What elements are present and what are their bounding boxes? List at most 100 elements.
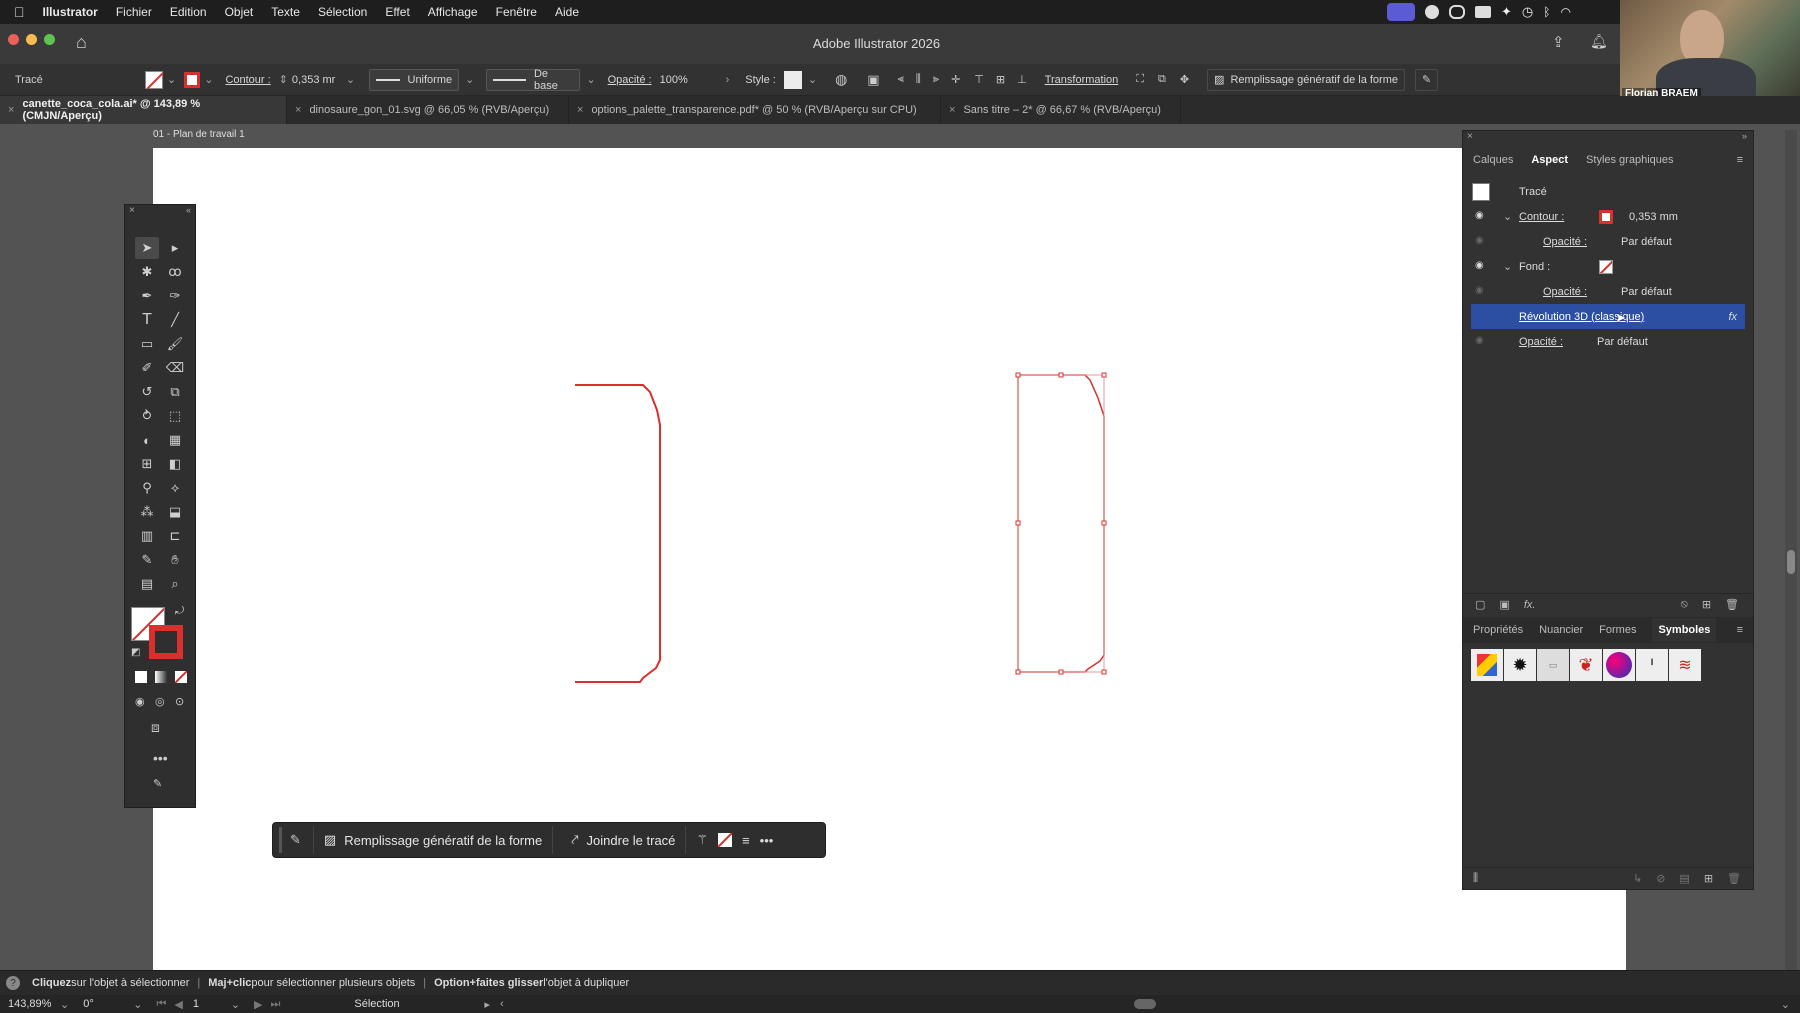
chevron-down-icon[interactable]: ⌄ (1503, 260, 1512, 273)
chevron-down-icon[interactable]: ⌄ (231, 998, 240, 1011)
opacity-label[interactable]: Opacité : (1519, 336, 1563, 348)
first-artboard-icon[interactable]: ⏮ (156, 998, 166, 1011)
zoom-level[interactable]: 143,89% (8, 998, 60, 1010)
symbol-cube[interactable] (1471, 649, 1503, 681)
pen-tool-icon[interactable]: ✒ (135, 285, 159, 307)
chevron-down-icon[interactable]: ⌄ (1781, 998, 1790, 1011)
appearance-fill-row[interactable]: ◉ ⌄ Fond : (1463, 254, 1753, 279)
panel-menu-icon[interactable]: ≡ (1737, 154, 1743, 166)
stroke-swatch[interactable] (1599, 209, 1613, 224)
collapse-icon[interactable]: » (1742, 131, 1747, 141)
eraser-icon[interactable]: ⌫ (163, 357, 187, 379)
gradient-mode-icon[interactable] (155, 671, 167, 683)
pin-icon[interactable]: ✎ (290, 832, 301, 848)
stroke-label[interactable]: Contour : (1519, 211, 1564, 223)
eyedropper-icon[interactable]: ⚲ (135, 477, 159, 499)
screen-mode-icon[interactable]: ⧈ (151, 719, 160, 736)
help-icon[interactable]: ? (6, 976, 20, 990)
symbol-options-icon[interactable]: ▤ (1679, 872, 1689, 885)
duplicate-item-icon[interactable]: ⊞ (1702, 598, 1711, 611)
add-stroke-icon[interactable]: ▢ (1475, 598, 1485, 611)
shape-builder-icon[interactable]: ◐ (135, 429, 159, 451)
rectangle-tool-icon[interactable]: ▭ (135, 333, 159, 355)
clear-appearance-icon[interactable]: ⦸ (1681, 598, 1688, 611)
rotation-angle[interactable]: 0° (83, 998, 133, 1010)
scroll-thumb[interactable] (1787, 550, 1795, 574)
symbol-stripes[interactable]: ≋ (1669, 649, 1701, 681)
tab-symboles[interactable]: Symboles (1652, 618, 1717, 642)
selection-bounding-box[interactable] (1017, 374, 1105, 673)
symbol-splatter[interactable]: ✹ (1504, 649, 1536, 681)
print-tiling-icon[interactable]: ▤ (135, 573, 159, 595)
draw-normal-icon[interactable]: ◉ (135, 695, 145, 708)
stroke-color-swatch[interactable] (149, 625, 183, 659)
gen-fill-task-button[interactable]: ▨ Remplissage génératif de la forme (312, 826, 554, 854)
simplify-icon[interactable]: ⚚ (696, 832, 708, 848)
draw-inside-icon[interactable]: ⊙ (175, 695, 184, 708)
chevron-down-icon[interactable]: ⌄ (1503, 210, 1512, 223)
lasso-icon[interactable]: ꝏ (163, 261, 187, 283)
pin-icon[interactable]: ✎ (153, 777, 162, 790)
new-symbol-icon[interactable]: ⊞ (1704, 872, 1713, 885)
swap-colors-icon[interactable]: ⤾ (175, 605, 184, 618)
fx-icon[interactable]: fx (1728, 311, 1737, 323)
opacity-label[interactable]: Opacité : (1543, 286, 1587, 298)
none-mode-icon[interactable] (175, 671, 187, 683)
drag-handle-icon[interactable] (279, 827, 282, 853)
symbol-sprayer-icon[interactable]: ⁂ (135, 501, 159, 523)
type-tool-icon[interactable]: T (135, 309, 159, 331)
color-mode-icon[interactable] (135, 671, 147, 683)
break-link-icon[interactable]: ⊘ (1656, 872, 1665, 885)
rotate-tool-icon[interactable]: ↺ (135, 381, 159, 403)
appearance-effect-row[interactable]: Révolution 3D (classique) fx (1471, 304, 1745, 329)
tab-formes[interactable]: Formes (1599, 624, 1636, 636)
warp-tool-icon[interactable]: ⥁ (135, 405, 159, 427)
fill-swatch[interactable] (1599, 259, 1613, 274)
shaper-tool-icon[interactable]: ✐ (135, 357, 159, 379)
vertical-scrollbar[interactable] (1785, 130, 1797, 970)
mesh-tool-icon[interactable]: ⊞ (135, 453, 159, 475)
direct-selection-tool-icon[interactable]: ▸ (163, 237, 187, 259)
selection-tool-icon[interactable]: ➤ (135, 237, 159, 259)
close-icon[interactable]: × (1467, 131, 1473, 142)
collapse-icon[interactable]: « (186, 205, 191, 215)
more-tools-icon[interactable]: ••• (153, 750, 168, 766)
place-symbol-icon[interactable]: ↳ (1633, 872, 1642, 885)
blend-tool-icon[interactable]: ⟡ (163, 477, 187, 499)
graph-tool-icon[interactable]: ▥ (135, 525, 159, 547)
symbol-banner[interactable]: ▭ (1537, 649, 1569, 681)
tab-proprietes[interactable]: Propriétés (1473, 624, 1523, 636)
appearance-object-row[interactable]: Tracé (1463, 179, 1753, 204)
appearance-fill-opacity-row[interactable]: ◉ Opacité : Par défaut (1463, 279, 1753, 304)
symbol-libraries-icon[interactable]: ⫼ (1473, 872, 1478, 885)
line-tool-icon[interactable]: ╱ (163, 309, 187, 331)
chevron-down-icon[interactable]: ⌄ (133, 998, 142, 1011)
fill-none-icon[interactable] (718, 833, 733, 847)
chevron-down-icon[interactable]: ⌄ (60, 998, 69, 1011)
knife-tool-icon[interactable]: ✎ (135, 549, 159, 571)
artboard-tool-icon[interactable]: ⬓ (163, 501, 187, 523)
close-icon[interactable]: × (129, 205, 135, 216)
last-artboard-icon[interactable]: ⏭ (271, 998, 281, 1011)
curvature-tool-icon[interactable]: ✑ (163, 285, 187, 307)
symbol-pin[interactable]: ╹ (1636, 649, 1668, 681)
tab-nuancier[interactable]: Nuancier (1539, 624, 1583, 636)
tab-calques[interactable]: Calques (1473, 154, 1513, 166)
next-artboard-icon[interactable]: ▶ (254, 998, 262, 1011)
fx-icon[interactable]: fx. (1524, 599, 1536, 611)
prev-artboard-icon[interactable]: ◀ (174, 998, 182, 1011)
stroke-options-icon[interactable]: ≡ (742, 833, 750, 848)
draw-behind-icon[interactable]: ◎ (155, 695, 165, 708)
add-fill-icon[interactable]: ▣ (1499, 598, 1509, 611)
can-profile-path[interactable] (575, 384, 661, 683)
gradient-tool-icon[interactable]: ◧ (163, 453, 187, 475)
stroke-weight-value[interactable]: 0,353 mm (1629, 211, 1678, 223)
free-transform-icon[interactable]: ⬚ (163, 405, 187, 427)
appearance-object-opacity-row[interactable]: ◉ Opacité : Par défaut (1463, 329, 1753, 354)
tab-aspect[interactable]: Aspect (1531, 154, 1568, 166)
symbol-ribbon[interactable]: ❦ (1570, 649, 1602, 681)
scale-tool-icon[interactable]: ⧉ (163, 381, 187, 403)
tab-styles-graphiques[interactable]: Styles graphiques (1586, 154, 1673, 166)
visibility-eye-icon[interactable]: ◉ (1475, 335, 1489, 346)
appearance-stroke-row[interactable]: ◉ ⌄ Contour : 0,353 mm (1463, 204, 1753, 229)
